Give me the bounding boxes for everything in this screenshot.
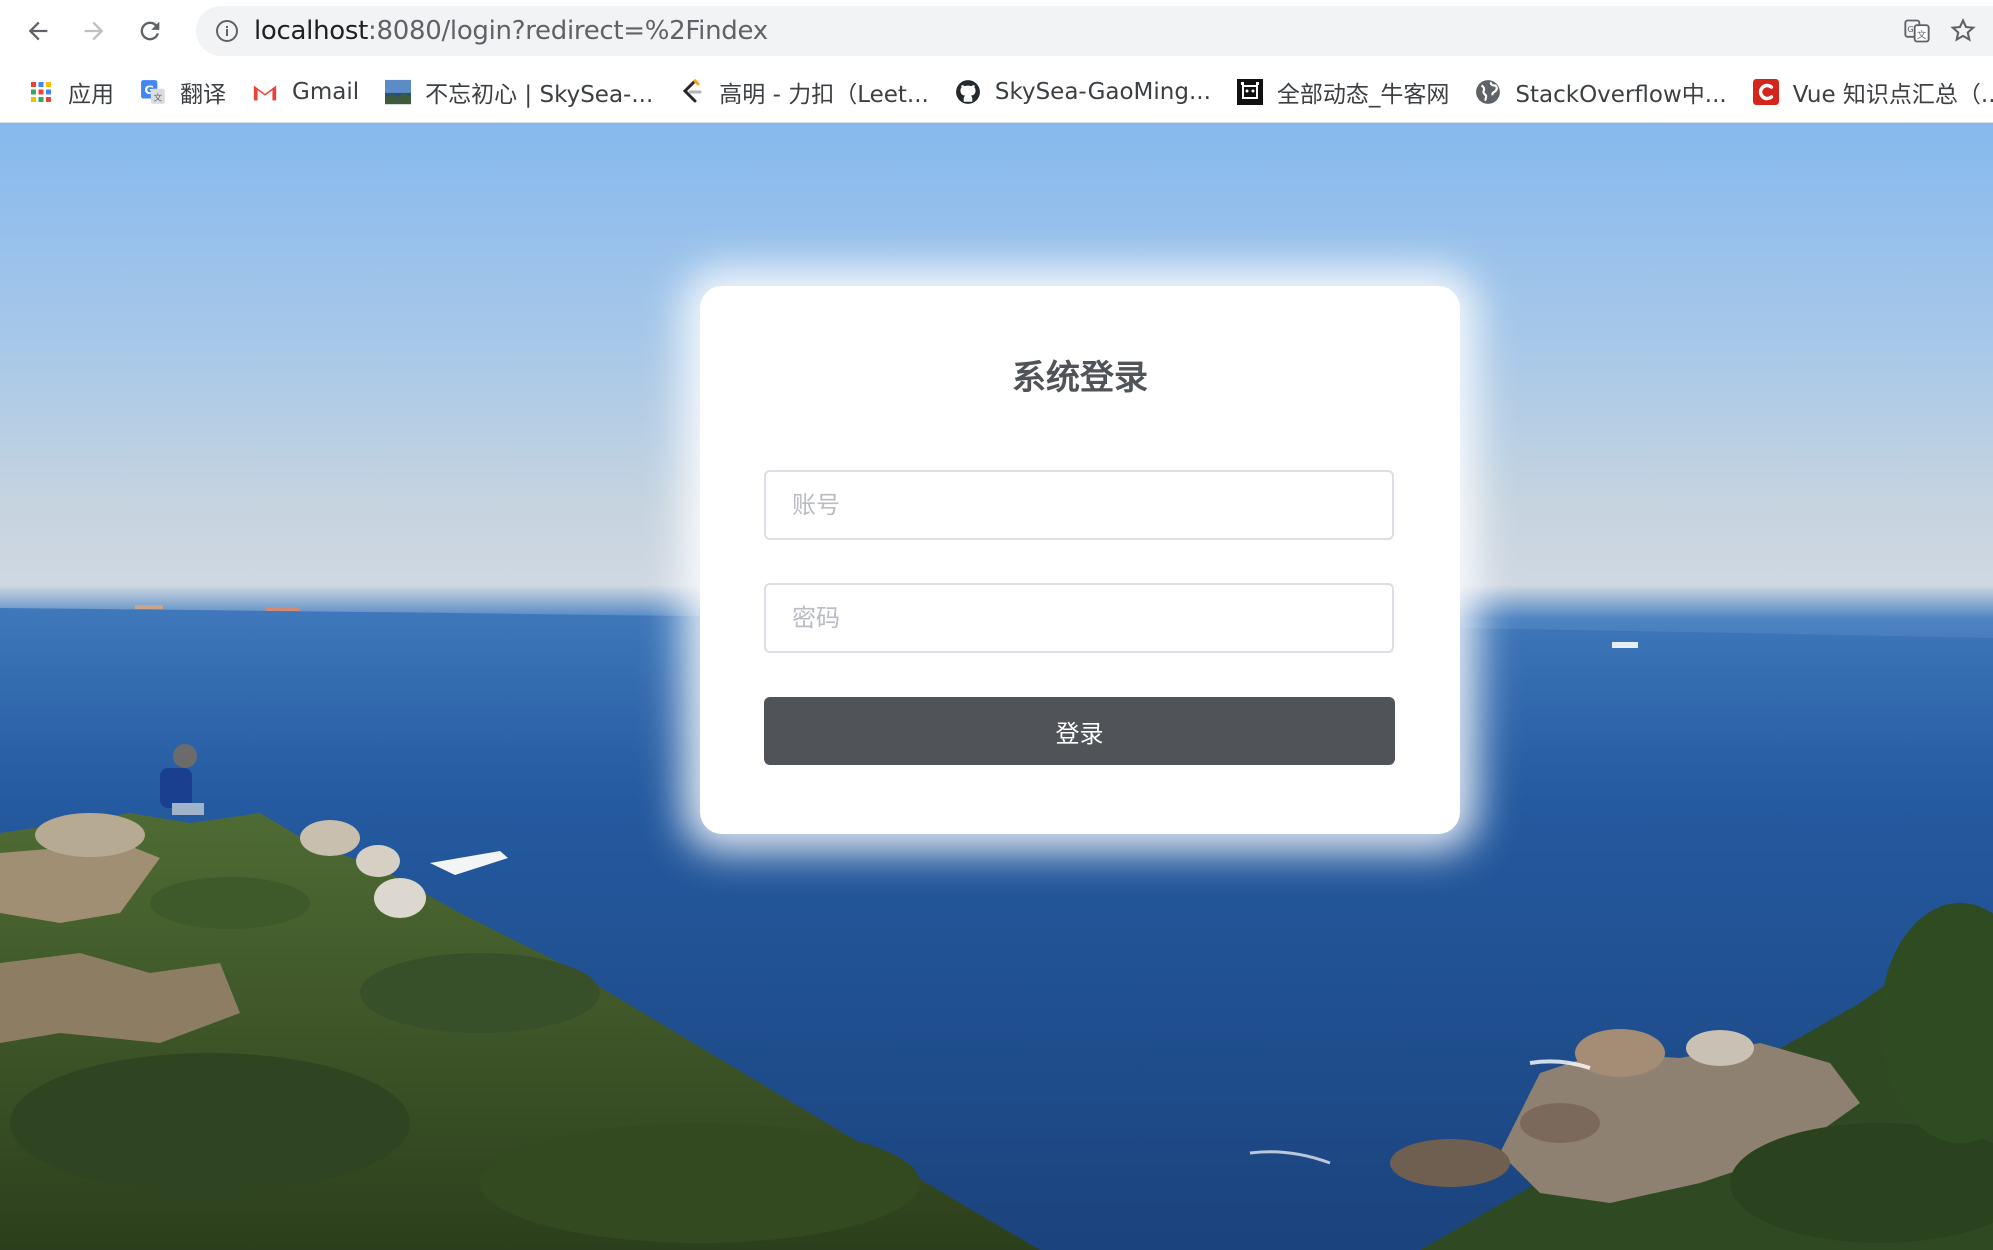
svg-text:文: 文 [1917, 29, 1926, 41]
bookmark-label: Gmail [292, 79, 360, 105]
url-host: localhost [254, 16, 369, 46]
bookmark-skysea-blog[interactable]: 不忘初心 | SkySea-... [385, 72, 653, 112]
password-input[interactable] [764, 583, 1394, 653]
nowcoder-icon [1236, 79, 1263, 105]
url-text[interactable]: localhost:8080/login?redirect=%2Findex [254, 16, 768, 46]
login-page: 系统登录 登录 [0, 123, 1993, 1250]
bookmark-label: SkySea-GaoMing... [994, 79, 1211, 105]
translate-page-icon[interactable]: 文G [1901, 15, 1933, 47]
url-path: :8080/login?redirect=%2Findex [368, 16, 768, 46]
bookmarks-bar: 应用 G文 翻译 Gmail 不忘初心 | SkySea-... 高明 - 力扣… [0, 62, 1993, 123]
reload-button[interactable] [130, 11, 170, 51]
bookmark-label: 翻译 [180, 82, 226, 108]
bookmark-star-icon[interactable] [1947, 15, 1979, 47]
svg-text:G: G [1907, 24, 1913, 34]
reload-icon [140, 21, 160, 41]
bookmark-leetcode[interactable]: 高明 - 力扣（Leet... [679, 72, 929, 112]
translate-icon: G文 [140, 79, 166, 105]
arrow-left-icon [28, 21, 48, 41]
address-bar[interactable]: localhost:8080/login?redirect=%2Findex 文… [196, 6, 1993, 56]
globe-icon [1475, 79, 1501, 105]
leetcode-icon [679, 79, 705, 105]
back-button[interactable] [18, 11, 58, 51]
github-icon [955, 79, 981, 105]
bookmark-label: Vue 知识点汇总（... [1792, 82, 1993, 108]
site-info-icon[interactable] [214, 18, 240, 44]
bookmark-label: 高明 - 力扣（Leet... [719, 82, 929, 108]
landscape-thumbnail-icon [385, 79, 412, 105]
login-title: 系统登录 [1012, 358, 1148, 398]
bookmark-label: 全部动态_牛客网 [1276, 82, 1450, 108]
bookmark-github[interactable]: SkySea-GaoMing... [955, 72, 1211, 112]
address-bar-actions: 文G [1901, 15, 1993, 47]
apps-grid-icon [28, 79, 54, 105]
bookmark-gmail[interactable]: Gmail [252, 72, 359, 112]
csdn-icon [1752, 79, 1779, 105]
browser-toolbar: localhost:8080/login?redirect=%2Findex 文… [0, 0, 1993, 62]
bookmark-label: 不忘初心 | SkySea-... [425, 82, 654, 108]
account-input[interactable] [764, 470, 1394, 540]
bookmark-stackoverflow[interactable]: StackOverflow中... [1475, 72, 1727, 112]
bookmark-label: StackOverflow中... [1515, 82, 1727, 108]
login-form-card: 系统登录 登录 [700, 286, 1460, 834]
bookmark-label: 应用 [68, 82, 114, 108]
arrow-right-icon [84, 21, 104, 41]
bookmark-nowcoder[interactable]: 全部动态_牛客网 [1236, 72, 1450, 112]
bookmark-vue-notes[interactable]: Vue 知识点汇总（... [1752, 72, 1993, 112]
bookmark-apps[interactable]: 应用 [28, 72, 114, 112]
login-button[interactable]: 登录 [764, 697, 1395, 765]
gmail-icon [252, 79, 278, 105]
svg-text:文: 文 [154, 92, 163, 104]
forward-button[interactable] [74, 11, 114, 51]
bookmark-translate[interactable]: G文 翻译 [140, 72, 226, 112]
